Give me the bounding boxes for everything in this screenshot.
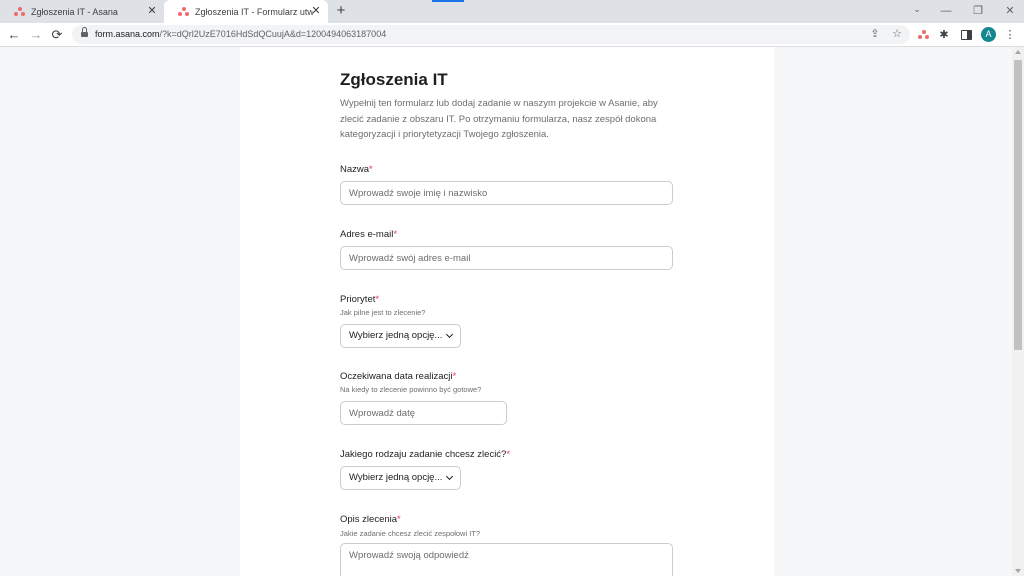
label-text: Jakiego rodzaju zadanie chcesz zlecić?	[340, 449, 507, 460]
restore-button[interactable]: ❐	[970, 3, 986, 19]
priority-select[interactable]: Wybierz jedną opcję...	[340, 324, 461, 348]
description-textarea[interactable]	[340, 543, 673, 576]
chevron-down-icon	[445, 472, 454, 481]
form-title: Zgłoszenia IT	[340, 70, 448, 89]
select-value: Wybierz jedną opcję...	[349, 330, 443, 341]
menu-icon[interactable]: ⋮	[1002, 27, 1018, 43]
lock-icon[interactable]	[81, 27, 88, 38]
tab-search-icon[interactable]: ⌄	[910, 4, 924, 18]
side-panel-icon[interactable]	[961, 30, 972, 40]
chevron-down-icon	[445, 330, 454, 339]
minimize-button[interactable]: —	[938, 3, 954, 19]
page-viewport: Zgłoszenia IT Wypełnij ten formularz lub…	[0, 47, 1024, 576]
profile-avatar[interactable]: A	[981, 27, 996, 42]
address-bar[interactable]: form.asana.com/?k=dQrl2UzE7016HdSdQCuujA…	[72, 25, 910, 44]
due-date-label: Oczekiwana data realizacji*	[340, 371, 456, 382]
url-host: form.asana.com	[95, 29, 160, 39]
tab-title: Zgłoszenia IT - Formularz utworzony	[195, 6, 313, 17]
required-marker: *	[452, 371, 457, 382]
asana-extension-icon[interactable]	[918, 30, 929, 39]
task-type-select[interactable]: Wybierz jedną opcję...	[340, 466, 461, 490]
vertical-scrollbar[interactable]	[1012, 47, 1024, 576]
loading-indicator	[432, 0, 464, 2]
forward-icon[interactable]: →	[28, 26, 44, 44]
browser-toolbar: ← → ⟳ form.asana.com/?k=dQrl2UzE7016HdSd…	[0, 23, 1024, 47]
label-text: Opis zlecenia	[340, 514, 398, 525]
close-tab-icon[interactable]: ✕	[310, 5, 322, 17]
email-label: Adres e-mail*	[340, 229, 397, 240]
bookmark-star-icon[interactable]: ☆	[890, 27, 904, 42]
form-card: Zgłoszenia IT Wypełnij ten formularz lub…	[240, 47, 774, 576]
name-input[interactable]	[340, 181, 673, 205]
tab-asana-project[interactable]: Zgłoszenia IT - Asana ✕	[0, 0, 164, 23]
new-tab-button[interactable]: +	[333, 3, 349, 19]
tab-strip: Zgłoszenia IT - Asana ✕ Zgłoszenia IT - …	[0, 0, 1024, 23]
extensions-icon[interactable]: ✱	[936, 27, 952, 43]
form-description: Wypełnij ten formularz lub dodaj zadanie…	[340, 98, 658, 141]
asana-icon	[14, 7, 25, 16]
asana-icon	[178, 7, 189, 16]
label-text: Adres e-mail	[340, 229, 394, 240]
scroll-down-arrow-icon[interactable]	[1015, 569, 1021, 573]
reload-icon[interactable]: ⟳	[49, 26, 65, 44]
name-label: Nazwa*	[340, 164, 373, 175]
priority-label: Priorytet*	[340, 294, 379, 305]
select-value: Wybierz jedną opcję...	[349, 472, 443, 483]
required-marker: *	[393, 229, 398, 240]
tab-asana-form[interactable]: Zgłoszenia IT - Formularz utworzony ✕	[164, 0, 328, 23]
required-marker: *	[375, 294, 380, 305]
due-date-help: Na kiedy to zlecenie powinno być gotowe?	[340, 385, 482, 394]
url-path: /?k=dQrl2UzE7016HdSdQCuujA&d=12004940631…	[159, 29, 387, 39]
required-marker: *	[506, 449, 511, 460]
close-tab-icon[interactable]: ✕	[146, 5, 158, 17]
due-date-input[interactable]	[340, 401, 507, 425]
label-text: Nazwa	[340, 164, 370, 175]
scroll-up-arrow-icon[interactable]	[1015, 50, 1021, 54]
tab-title: Zgłoszenia IT - Asana	[31, 6, 118, 17]
task-type-label: Jakiego rodzaju zadanie chcesz zlecić?*	[340, 449, 510, 460]
scrollbar-thumb[interactable]	[1014, 60, 1022, 350]
required-marker: *	[369, 164, 373, 175]
label-text: Priorytet	[340, 294, 376, 305]
required-marker: *	[397, 514, 401, 525]
url-text[interactable]: form.asana.com/?k=dQrl2UzE7016HdSdQCuujA…	[95, 29, 386, 39]
priority-help: Jak pilne jest to zlecenie?	[340, 308, 426, 317]
description-help: Jakie zadanie chcesz zlecić zespołowi IT…	[340, 529, 481, 538]
close-window-button[interactable]: ✕	[1002, 3, 1018, 19]
email-input[interactable]	[340, 246, 673, 270]
label-text: Oczekiwana data realizacji	[340, 371, 453, 382]
share-icon[interactable]: ⇪	[868, 27, 882, 42]
description-label: Opis zlecenia*	[340, 514, 401, 525]
back-icon[interactable]: ←	[6, 26, 22, 44]
